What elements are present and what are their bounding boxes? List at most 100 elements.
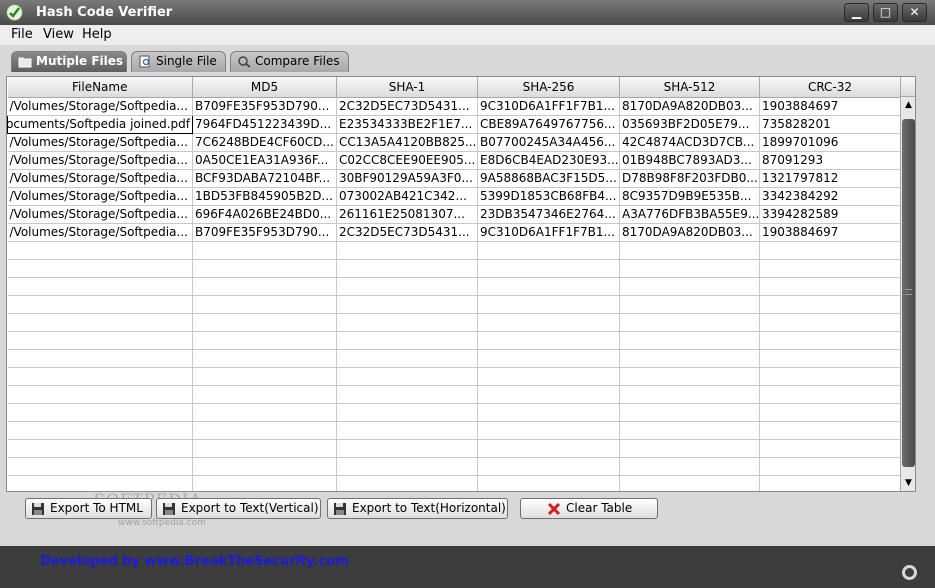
table-cell[interactable]: 9C310D6A1FF1F7B1...	[477, 97, 620, 116]
table-row[interactable]: ocuments/Softpedia joined.pdf 7964FD45122…	[7, 114, 901, 134]
close-button[interactable]: ✕	[902, 3, 927, 22]
table-cell[interactable]	[336, 457, 478, 476]
table-cell[interactable]: 87091293	[759, 151, 901, 170]
table-cell[interactable]	[7, 367, 193, 386]
table-cell[interactable]: 8170DA9A820DB03...	[619, 97, 760, 116]
table-cell[interactable]: 1903884697	[759, 97, 901, 116]
table-cell[interactable]: 01B948BC7893AD3...	[619, 151, 760, 170]
vertical-scrollbar[interactable]: ▲ ▼	[900, 97, 915, 491]
table-cell[interactable]: /Volumes/Storage/Softpedia...	[7, 205, 193, 224]
empty-table-row[interactable]	[7, 385, 901, 404]
table-cell[interactable]	[619, 331, 760, 350]
table-cell[interactable]	[759, 277, 901, 296]
table-cell[interactable]: ocuments/Softpedia joined.pdf	[7, 114, 193, 134]
column-header[interactable]: FileName	[7, 77, 193, 98]
empty-table-row[interactable]	[7, 241, 901, 260]
table-cell[interactable]	[192, 241, 337, 260]
table-cell[interactable]	[619, 295, 760, 314]
table-cell[interactable]: 3394282589	[759, 205, 901, 224]
table-cell[interactable]: 2C32D5EC73D5431...	[336, 223, 478, 242]
table-cell[interactable]: 23DB3547346E2764...	[477, 205, 620, 224]
table-cell[interactable]: 696F4A026BE24BD0...	[192, 205, 337, 224]
column-header[interactable]: SHA-256	[477, 77, 620, 98]
table-cell[interactable]	[336, 259, 478, 278]
table-cell[interactable]	[619, 241, 760, 260]
table-row[interactable]: /Volumes/Storage/Softpedia... 1BD53FB8459…	[7, 187, 901, 206]
scroll-thumb[interactable]	[902, 119, 915, 467]
table-cell[interactable]: A3A776DFB3BA55E9...	[619, 205, 760, 224]
table-cell[interactable]	[477, 331, 620, 350]
table-cell[interactable]	[477, 259, 620, 278]
clear-table-button[interactable]: Clear Table	[520, 498, 658, 519]
table-cell[interactable]	[477, 313, 620, 332]
table-cell[interactable]: 1321797812	[759, 169, 901, 188]
table-cell[interactable]	[759, 349, 901, 368]
table-cell[interactable]: B709FE35F953D790...	[192, 97, 337, 116]
table-cell[interactable]: BCF93DABA72104BF...	[192, 169, 337, 188]
table-cell[interactable]: 8170DA9A820DB03...	[619, 223, 760, 242]
table-cell[interactable]	[192, 295, 337, 314]
maximize-button[interactable]: □	[873, 3, 898, 22]
table-cell[interactable]: B709FE35F953D790...	[192, 223, 337, 242]
table-cell[interactable]	[619, 277, 760, 296]
empty-table-row[interactable]	[7, 439, 901, 458]
table-cell[interactable]	[7, 403, 193, 422]
table-cell[interactable]	[7, 331, 193, 350]
table-cell[interactable]	[477, 457, 620, 476]
menu-view[interactable]: View	[43, 27, 74, 42]
table-cell[interactable]	[336, 277, 478, 296]
table-cell[interactable]	[192, 277, 337, 296]
table-cell[interactable]	[619, 439, 760, 458]
table-cell[interactable]	[759, 475, 901, 491]
table-cell[interactable]	[7, 349, 193, 368]
table-cell[interactable]	[7, 259, 193, 278]
export-text-vertical-button[interactable]: Export to Text(Vertical)	[156, 498, 321, 519]
table-cell[interactable]: 9C310D6A1FF1F7B1...	[477, 223, 620, 242]
table-cell[interactable]	[7, 277, 193, 296]
table-cell[interactable]	[192, 475, 337, 491]
table-row[interactable]: /Volumes/Storage/Softpedia... B709FE35F95…	[7, 97, 901, 116]
table-cell[interactable]: 1903884697	[759, 223, 901, 242]
table-cell[interactable]	[192, 457, 337, 476]
table-cell[interactable]	[336, 475, 478, 491]
table-cell[interactable]	[477, 241, 620, 260]
table-cell[interactable]: /Volumes/Storage/Softpedia...	[7, 97, 193, 116]
table-cell[interactable]	[477, 421, 620, 440]
table-cell[interactable]: /Volumes/Storage/Softpedia...	[7, 151, 193, 170]
table-cell[interactable]	[619, 367, 760, 386]
table-cell[interactable]	[619, 259, 760, 278]
table-cell[interactable]	[192, 385, 337, 404]
export-html-button[interactable]: Export To HTML	[25, 498, 152, 519]
table-cell[interactable]: 42C4874ACD3D7CB...	[619, 133, 760, 152]
table-cell[interactable]: C02CC8CEE90EE905...	[336, 151, 478, 170]
table-cell[interactable]	[7, 439, 193, 458]
table-cell[interactable]	[477, 385, 620, 404]
table-cell[interactable]: E23534333BE2F1E7...	[336, 115, 478, 134]
table-cell[interactable]	[477, 349, 620, 368]
tab-compare-files[interactable]: Compare Files	[230, 51, 349, 72]
menu-help[interactable]: Help	[82, 27, 112, 42]
empty-table-row[interactable]	[7, 295, 901, 314]
table-cell[interactable]	[7, 295, 193, 314]
table-cell[interactable]: E8D6CB4EAD230E93...	[477, 151, 620, 170]
table-cell[interactable]	[336, 349, 478, 368]
table-cell[interactable]: 3342384292	[759, 187, 901, 206]
minimize-button[interactable]: ▁	[844, 3, 869, 22]
table-cell[interactable]	[619, 385, 760, 404]
table-cell[interactable]	[336, 313, 478, 332]
table-cell[interactable]	[759, 313, 901, 332]
table-cell[interactable]: 073002AB421C342...	[336, 187, 478, 206]
table-row[interactable]: /Volumes/Storage/Softpedia... 7C6248BDE4C…	[7, 133, 901, 152]
hash-table[interactable]: FileName MD5 SHA-1 SHA-256 SHA-512 CRC-32 /Vo…	[6, 76, 916, 492]
table-cell[interactable]	[7, 457, 193, 476]
table-cell[interactable]	[477, 295, 620, 314]
table-cell[interactable]	[477, 475, 620, 491]
table-cell[interactable]	[336, 421, 478, 440]
table-cell[interactable]	[619, 349, 760, 368]
table-cell[interactable]	[619, 403, 760, 422]
table-cell[interactable]: CBE89A7649767756...	[477, 115, 620, 134]
developer-credit-link[interactable]: Developed by www.BreakTheSecurity.com	[40, 554, 349, 569]
table-cell[interactable]	[336, 367, 478, 386]
scroll-down-icon[interactable]: ▼	[901, 475, 915, 491]
table-cell[interactable]	[336, 331, 478, 350]
